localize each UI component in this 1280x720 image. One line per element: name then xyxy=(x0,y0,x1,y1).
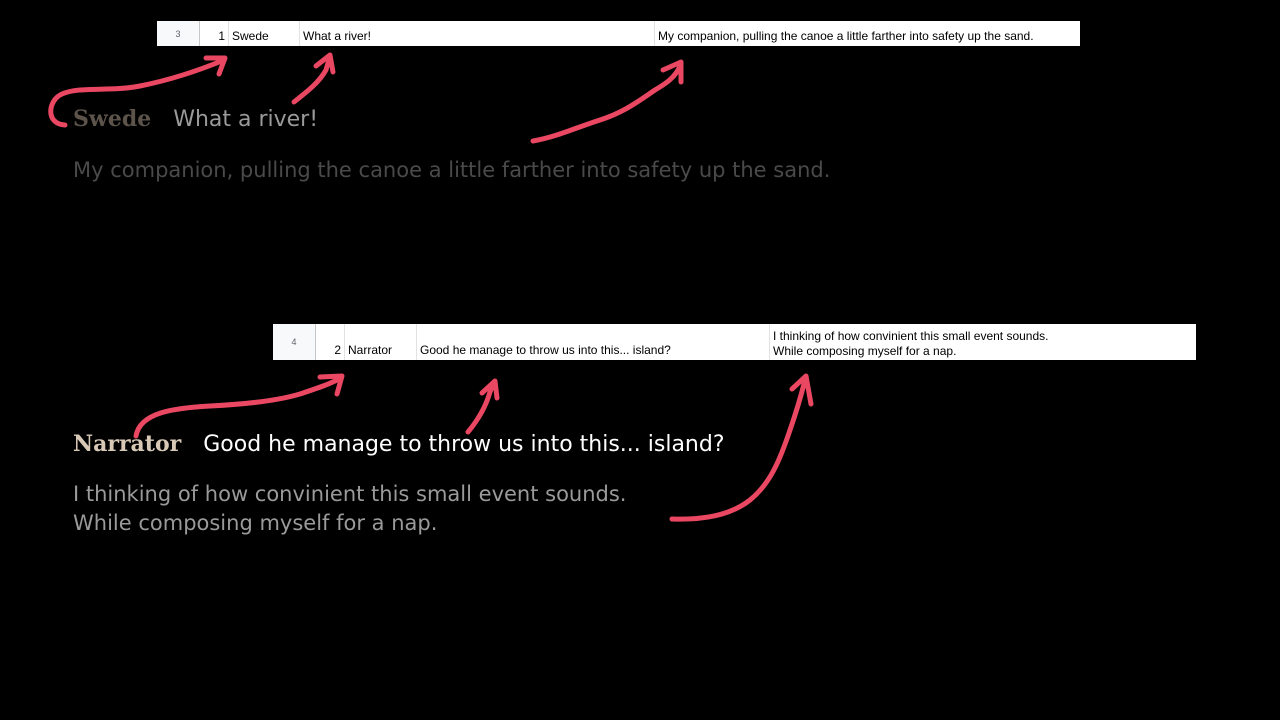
dialogue-cell[interactable]: Good he manage to throw us into this... … xyxy=(417,324,770,360)
dialogue-text: Good he manage to throw us into this... … xyxy=(203,432,725,457)
narration-cell[interactable]: I thinking of how convinient this small … xyxy=(770,324,1196,360)
dialogue-line-swede: Swede What a river! xyxy=(73,106,318,132)
hand-drawn-arrow-icon xyxy=(530,59,684,144)
narration-text: I thinking of how convinient this small … xyxy=(73,480,833,538)
dialogue-line-narrator: Narrator Good he manage to throw us into… xyxy=(73,431,725,457)
hand-drawn-arrow-icon xyxy=(133,373,345,439)
index-cell[interactable]: 1 xyxy=(200,21,229,46)
narration-line-1: I thinking of how convinient this small … xyxy=(73,482,627,506)
speaker-name: Narrator xyxy=(73,431,182,457)
row-number-header[interactable]: 4 xyxy=(273,324,316,360)
hand-drawn-arrow-icon xyxy=(465,378,500,435)
speaker-cell[interactable]: Swede xyxy=(229,21,300,46)
narration-cell[interactable]: My companion, pulling the canoe a little… xyxy=(655,21,1080,46)
narration-cell-line-1: I thinking of how convinient this small … xyxy=(773,329,1049,343)
spreadsheet-row-3: 3 1 Swede What a river! My companion, pu… xyxy=(157,21,1080,46)
narration-line-2: While composing myself for a nap. xyxy=(73,511,438,535)
narration-cell-line-2: While composing myself for a nap. xyxy=(773,344,957,358)
index-cell[interactable]: 2 xyxy=(316,324,345,360)
dialogue-text: What a river! xyxy=(173,107,319,132)
row-number-header[interactable]: 3 xyxy=(157,21,200,46)
hand-drawn-arrow-icon xyxy=(291,52,336,105)
dialogue-cell[interactable]: What a river! xyxy=(300,21,655,46)
speaker-name: Swede xyxy=(73,106,152,132)
spreadsheet-row-4: 4 2 Narrator Good he manage to throw us … xyxy=(273,324,1196,360)
narration-text: My companion, pulling the canoe a little… xyxy=(73,158,831,182)
speaker-cell[interactable]: Narrator xyxy=(345,324,417,360)
